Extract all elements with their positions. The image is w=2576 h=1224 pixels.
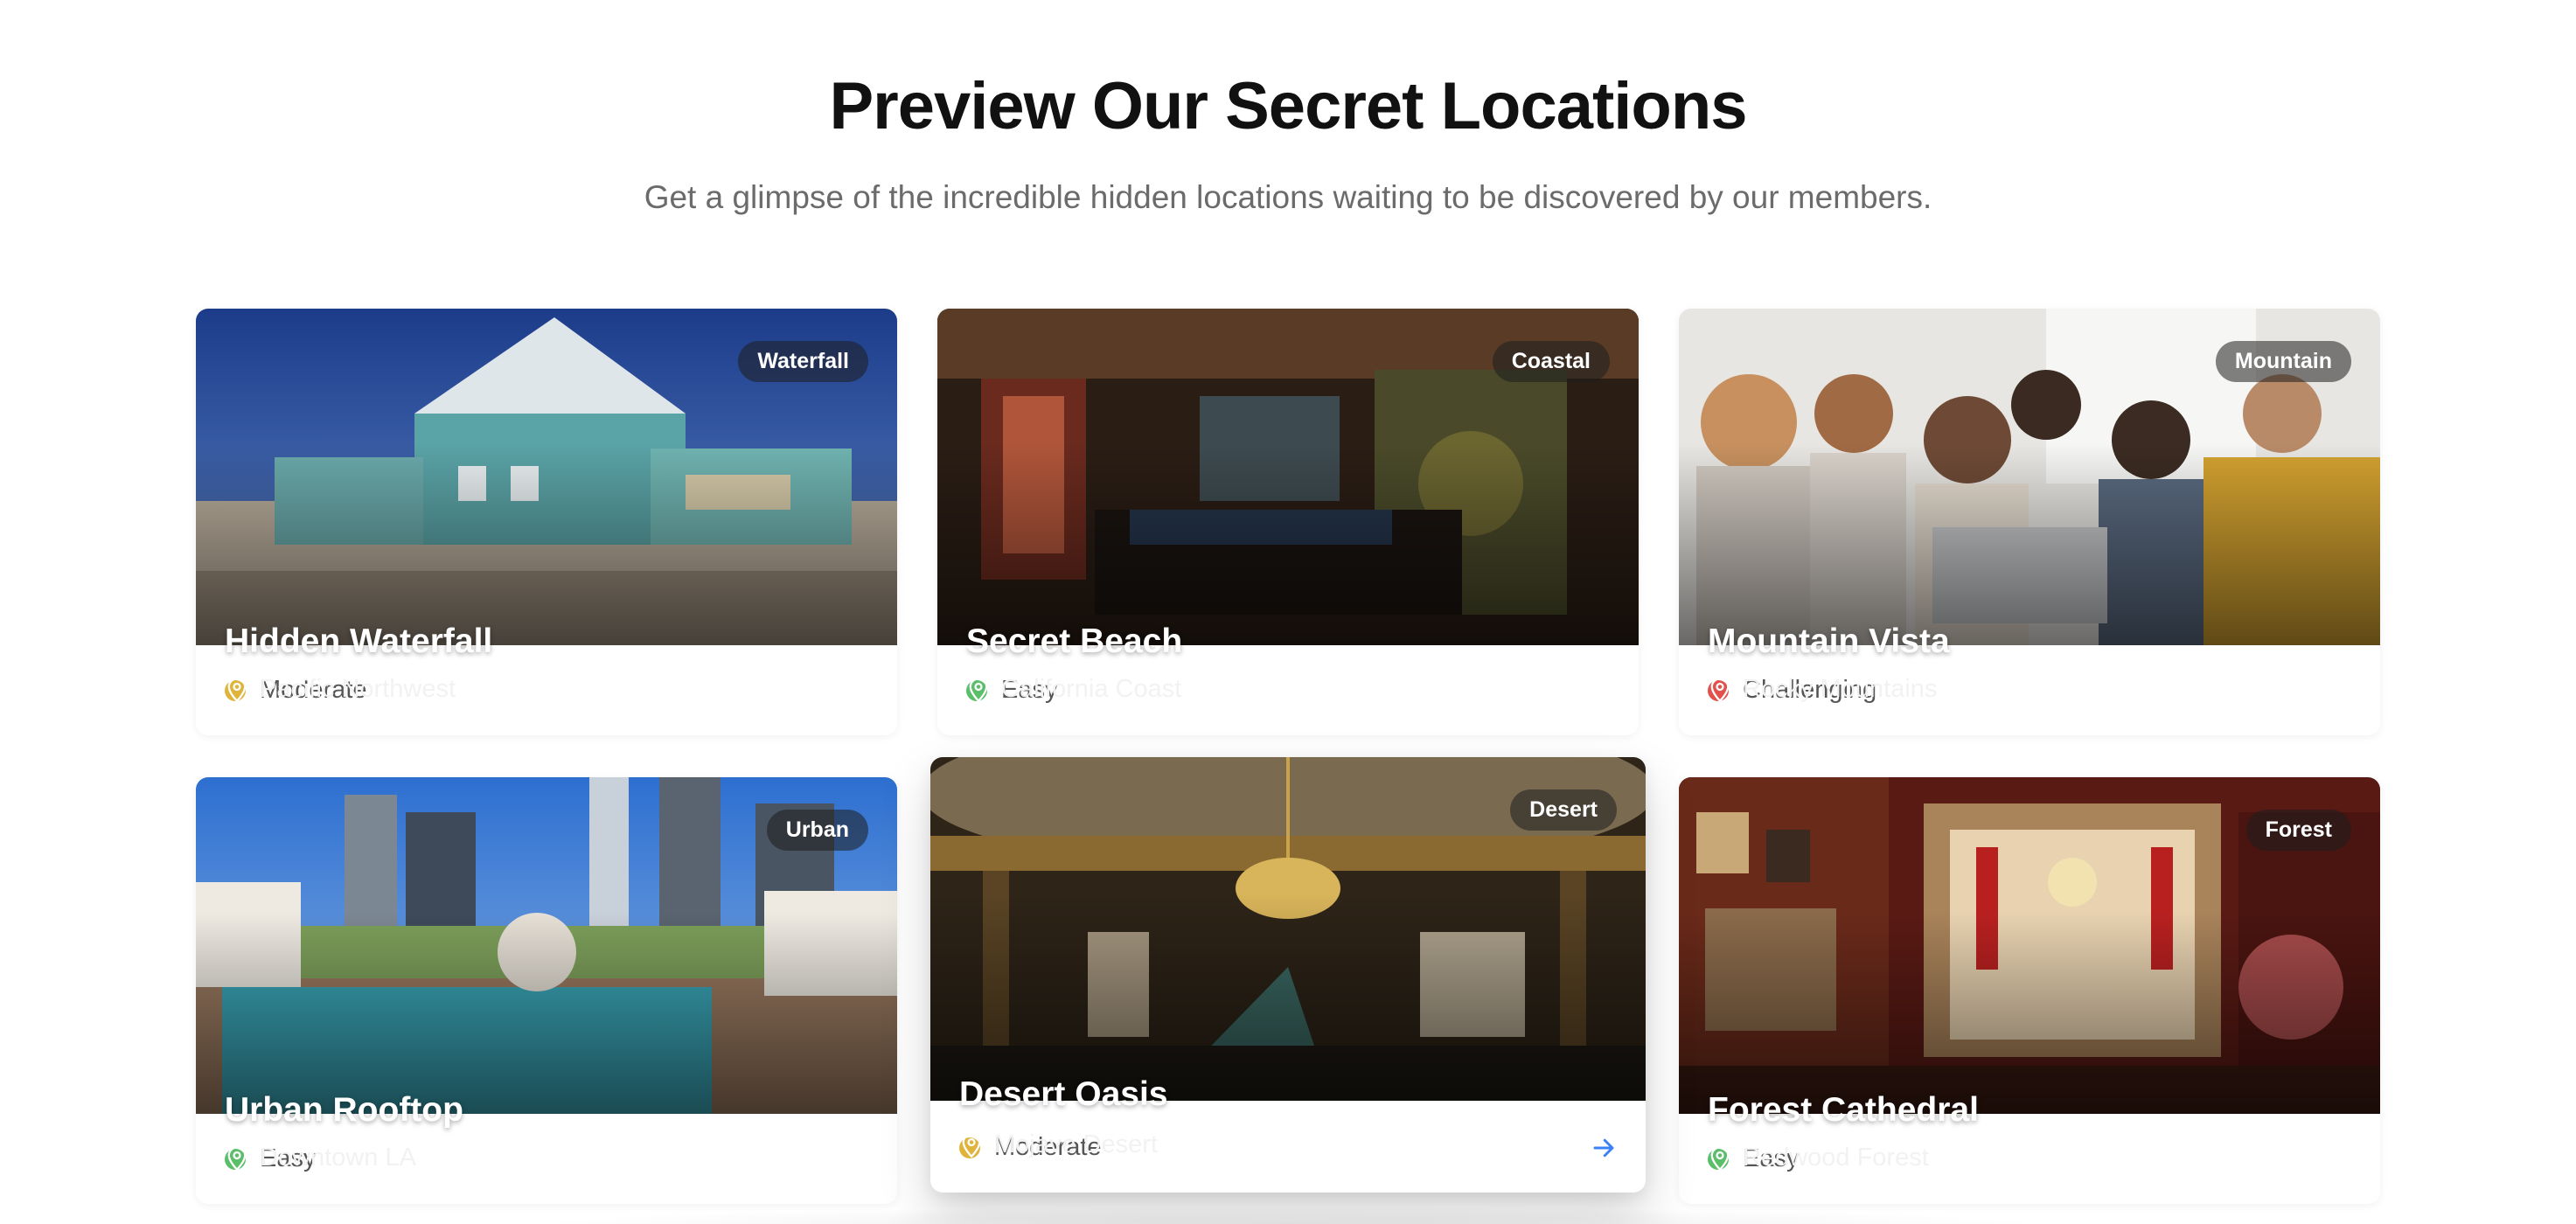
section-title: Preview Our Secret Locations xyxy=(829,69,1747,143)
section-subtitle: Get a glimpse of the incredible hidden l… xyxy=(644,179,1932,215)
card-location: Rocky Mountains xyxy=(1708,675,1937,704)
arrow-right-icon[interactable] xyxy=(1591,1135,1617,1161)
map-pin-icon xyxy=(969,677,988,702)
location-card-hidden-waterfall[interactable]: Waterfall Hidden Waterfall Pacific North… xyxy=(196,309,897,735)
location-card-urban-rooftop[interactable]: Urban Urban Rooftop Downtown LA Easy xyxy=(196,777,897,1204)
category-badge: Desert xyxy=(1510,789,1617,831)
card-title: Hidden Waterfall xyxy=(225,622,493,660)
location-card-mountain-vista[interactable]: Mountain Mountain Vista Rocky Mountains … xyxy=(1679,309,2380,735)
card-location-text: Downtown LA xyxy=(260,1144,416,1172)
category-badge: Coastal xyxy=(1492,341,1610,382)
card-location-text: Redwood Forest xyxy=(1743,1144,1929,1172)
card-location: Redwood Forest xyxy=(1708,1144,1929,1172)
card-location-text: Pacific Northwest xyxy=(260,675,456,703)
card-shadow xyxy=(525,1207,2051,1224)
card-location: Mojave Desert xyxy=(959,1130,1158,1159)
card-location-text: California Coast xyxy=(1001,675,1182,703)
map-pin-icon xyxy=(227,677,247,702)
map-pin-icon xyxy=(1710,1145,1730,1171)
category-badge: Forest xyxy=(2245,810,2351,851)
category-badge: Waterfall xyxy=(738,341,868,382)
map-pin-icon xyxy=(1710,677,1730,702)
map-pin-icon xyxy=(962,1132,981,1158)
card-title: Forest Cathedral xyxy=(1708,1091,1979,1129)
card-location-text: Mojave Desert xyxy=(994,1130,1158,1158)
card-location: Pacific Northwest xyxy=(225,675,456,704)
category-badge: Urban xyxy=(766,810,868,851)
location-card-forest-cathedral[interactable]: Forest Forest Cathedral Redwood Forest E… xyxy=(1679,777,2380,1204)
card-title: Desert Oasis xyxy=(959,1075,1168,1113)
card-location: California Coast xyxy=(966,675,1181,704)
map-pin-icon xyxy=(227,1145,247,1171)
location-card-secret-beach[interactable]: Coastal Secret Beach California Coast Ea… xyxy=(937,309,1639,735)
card-location: Downtown LA xyxy=(225,1144,416,1172)
card-title: Secret Beach xyxy=(966,622,1183,660)
card-title: Urban Rooftop xyxy=(225,1091,463,1129)
location-card-desert-oasis[interactable]: Desert Desert Oasis Mojave Desert Modera… xyxy=(930,757,1646,1193)
card-location-text: Rocky Mountains xyxy=(1743,675,1938,703)
category-badge: Mountain xyxy=(2215,341,2351,382)
card-title: Mountain Vista xyxy=(1708,622,1950,660)
